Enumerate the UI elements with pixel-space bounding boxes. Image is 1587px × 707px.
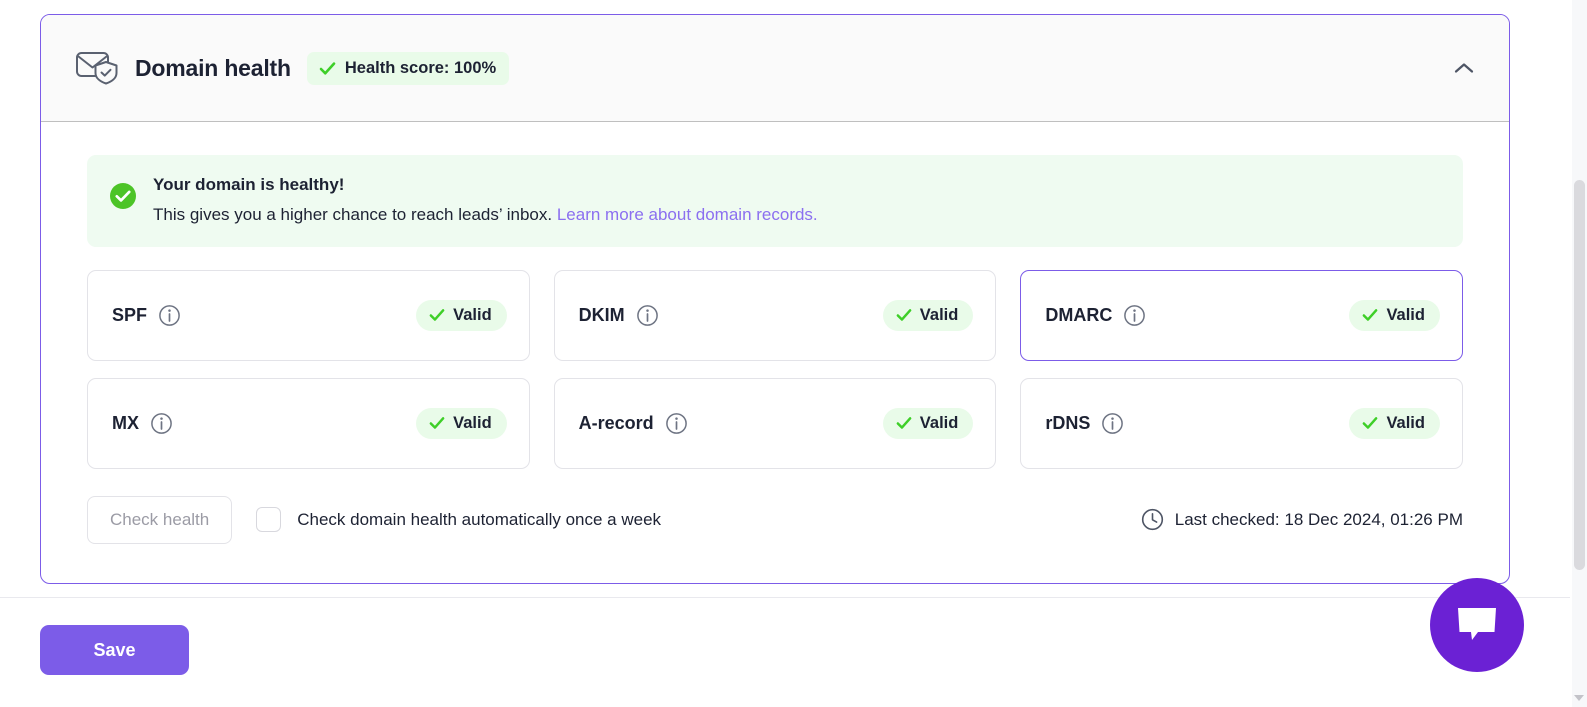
check-icon [1363,417,1378,430]
check-health-button[interactable]: Check health [87,495,233,544]
alert-title: Your domain is healthy! [153,175,345,194]
check-icon [429,309,445,322]
info-icon[interactable] [150,412,173,435]
record-name: MX [112,412,139,433]
envelope-shield-icon [76,52,118,85]
record-card-spf[interactable]: SPF Valid [87,269,530,361]
save-button[interactable]: Save [40,625,189,675]
dns-records-grid: SPF Valid DKIM Valid DMARC Valid MX Valid A-reco… [87,269,1463,469]
health-score-badge: Health score: 100% [306,51,510,85]
page-title: Domain health [135,54,291,81]
chevron-up-icon [1454,63,1474,73]
info-icon[interactable] [636,304,659,327]
record-status-label: Valid [1386,413,1425,432]
controls-row: Check health Check domain health automat… [87,495,1463,544]
record-status-label: Valid [453,413,492,432]
chat-widget-button[interactable] [1430,578,1524,672]
record-card-mx[interactable]: MX Valid [87,377,530,469]
page-root: Domain health Health score: 100% Your do… [0,0,1587,707]
record-status-badge: Valid [882,299,974,331]
record-status-label: Valid [453,305,492,324]
health-score-label: Health score: 100% [344,58,497,77]
scrollbar-down-arrow[interactable] [1574,695,1584,701]
clock-icon [1141,509,1163,531]
check-circle-filled-icon [110,183,136,209]
record-status-label: Valid [919,413,959,432]
record-name: rDNS [1045,412,1091,433]
panel-header: Domain health Health score: 100% [41,15,1509,122]
domain-health-panel: Domain health Health score: 100% Your do… [40,14,1510,584]
record-card-dmarc[interactable]: DMARC Valid [1020,269,1463,361]
record-card-a-record[interactable]: A-record Valid [553,377,997,469]
record-name: DMARC [1045,304,1113,325]
alert-body-text: This gives you a higher chance to reach … [153,204,553,224]
record-card-dkim[interactable]: DKIM Valid [553,269,997,361]
check-icon [896,309,912,322]
page-scrollbar[interactable] [1572,0,1587,707]
info-icon[interactable] [1101,412,1124,435]
record-card-rdns[interactable]: rDNS Valid [1020,377,1463,469]
learn-more-link[interactable]: Learn more about domain records. [557,205,818,224]
auto-check-checkbox[interactable] [256,507,282,533]
record-name: DKIM [578,304,625,325]
footer-divider [0,597,1570,598]
record-status-badge: Valid [416,407,507,439]
domain-healthy-alert: Your domain is healthy! This gives you a… [87,155,1463,247]
record-status-label: Valid [1386,305,1425,324]
record-status-label: Valid [919,305,959,324]
scrollbar-thumb[interactable] [1574,180,1585,570]
check-icon [896,417,912,430]
alert-text: This gives you a higher chance to reach … [153,204,818,227]
last-checked-label: Last checked: 18 Dec 2024, 01:26 PM [1174,509,1463,529]
record-status-badge: Valid [882,407,974,439]
collapse-panel-button[interactable] [1447,51,1481,85]
info-icon[interactable] [158,304,181,327]
info-icon[interactable] [665,412,688,435]
check-icon [1363,309,1378,322]
record-status-badge: Valid [1349,407,1440,439]
auto-check-label: Check domain health automatically once a… [297,509,662,529]
check-icon [429,417,445,430]
last-checked: Last checked: 18 Dec 2024, 01:26 PM [1141,508,1463,531]
panel-body: Your domain is healthy! This gives you a… [41,122,1509,544]
record-status-badge: Valid [416,299,507,331]
record-name: SPF [112,304,148,325]
record-name: A-record [578,412,654,433]
record-status-badge: Valid [1349,299,1440,331]
auto-check-toggle[interactable]: Check domain health automatically once a… [256,507,662,533]
check-icon [319,61,336,75]
chat-bubble-icon [1458,608,1496,640]
info-icon[interactable] [1123,304,1146,327]
